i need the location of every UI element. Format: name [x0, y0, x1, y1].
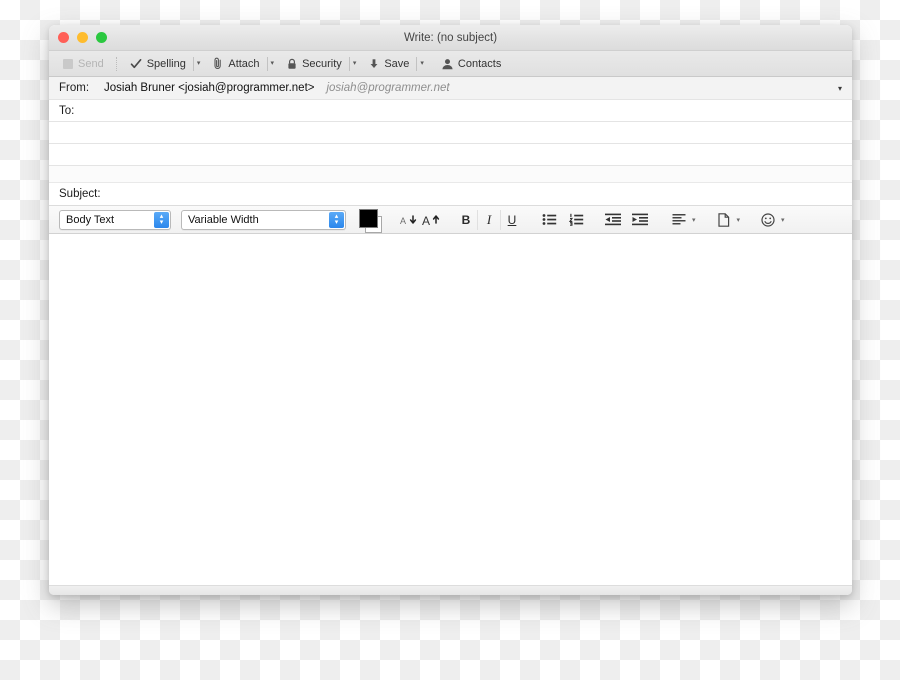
- increase-font-size-icon: A: [422, 214, 439, 227]
- format-toolbar: Body Text ▴ ▾ Variable Width ▴ ▾ A A B I…: [49, 206, 852, 234]
- align-group: ▾: [668, 210, 700, 230]
- send-icon: [61, 57, 74, 70]
- lock-icon: [285, 57, 298, 70]
- numbered-list-icon: [568, 213, 583, 226]
- color-picker[interactable]: [358, 208, 384, 233]
- align-dropdown-arrow[interactable]: ▾: [692, 216, 696, 224]
- align-button[interactable]: [668, 210, 690, 230]
- subject-row[interactable]: Subject:: [49, 183, 852, 206]
- spelling-button[interactable]: Spelling: [124, 55, 192, 72]
- contacts-label: Contacts: [457, 57, 502, 70]
- font-family-stepper[interactable]: ▴ ▾: [329, 211, 344, 228]
- send-button[interactable]: Send: [55, 55, 110, 72]
- zoom-button[interactable]: [96, 32, 107, 43]
- checkmark-icon: [130, 57, 143, 70]
- paragraph-style-select[interactable]: Body Text ▴ ▾: [59, 209, 171, 230]
- text-style-group: B I U: [455, 209, 523, 230]
- font-family-select[interactable]: Variable Width ▴ ▾: [181, 209, 346, 230]
- fields-spacer: [49, 166, 852, 183]
- outdent-button[interactable]: [602, 210, 624, 230]
- increase-font-size-button[interactable]: A: [420, 210, 442, 230]
- bulleted-list-icon: [542, 214, 556, 225]
- save-dropdown-arrow[interactable]: ▾: [416, 56, 429, 71]
- italic-button[interactable]: I: [478, 209, 501, 230]
- spelling-label: Spelling: [146, 57, 186, 70]
- security-label: Security: [302, 57, 342, 70]
- insert-group: ▾: [713, 210, 745, 230]
- increase-indent-icon: [632, 213, 648, 226]
- save-label: Save: [384, 57, 410, 70]
- spelling-dropdown-arrow[interactable]: ▾: [192, 56, 206, 71]
- close-button[interactable]: [58, 32, 69, 43]
- download-arrow-icon: [367, 57, 380, 70]
- smiley-group: ▾: [757, 210, 789, 230]
- align-left-icon: [672, 214, 685, 225]
- window-title: Write: (no subject): [403, 31, 498, 44]
- paragraph-style-value: Body Text: [66, 213, 115, 226]
- to-row[interactable]: To:: [49, 100, 852, 122]
- attach-dropdown-arrow[interactable]: ▾: [266, 56, 280, 71]
- subject-label: Subject:: [59, 188, 101, 200]
- person-icon: [441, 57, 454, 70]
- insert-button[interactable]: [713, 210, 735, 230]
- window-titlebar: Write: (no subject): [49, 25, 852, 51]
- italic-label: I: [486, 211, 492, 227]
- compose-window: Write: (no subject) Send Spelling ▾ Atta…: [49, 25, 852, 595]
- bold-button[interactable]: B: [455, 209, 478, 230]
- attach-group: Attach ▾: [205, 55, 279, 72]
- foreground-color-swatch[interactable]: [359, 208, 378, 228]
- to-label: To:: [59, 104, 75, 117]
- decrease-indent-icon: [605, 213, 621, 226]
- font-family-value: Variable Width: [188, 213, 259, 226]
- numbered-list-button[interactable]: [565, 210, 587, 230]
- from-row[interactable]: From: Josiah Bruner <josiah@programmer.n…: [49, 77, 852, 100]
- font-size-group: A A: [398, 210, 442, 230]
- indent-group: [602, 210, 651, 230]
- window-bottom-strip: [49, 585, 852, 595]
- security-button[interactable]: Security: [279, 55, 348, 72]
- message-body-editor[interactable]: [49, 234, 852, 585]
- chevron-down-icon: ▾: [334, 218, 339, 226]
- decrease-font-size-button[interactable]: A: [398, 210, 420, 230]
- toolbar-separator: [115, 56, 118, 71]
- from-value: Josiah Bruner <josiah@programmer.net>: [104, 82, 315, 94]
- recipient-row-2[interactable]: [49, 122, 852, 144]
- security-group: Security ▾: [279, 55, 361, 72]
- attach-label: Attach: [228, 57, 260, 70]
- underline-button[interactable]: U: [501, 210, 523, 230]
- traffic-light-group: [58, 32, 107, 43]
- chevron-down-icon: ▾: [159, 218, 164, 226]
- page-icon: [717, 212, 729, 227]
- header-fields: From: Josiah Bruner <josiah@programmer.n…: [49, 77, 852, 206]
- spelling-group: Spelling ▾: [124, 55, 206, 72]
- insert-dropdown-arrow[interactable]: ▾: [737, 216, 741, 224]
- underline-label: U: [507, 212, 517, 227]
- bullet-list-button[interactable]: [538, 210, 560, 230]
- list-group: [538, 210, 587, 230]
- security-dropdown-arrow[interactable]: ▾: [348, 56, 362, 71]
- from-dropdown-arrow[interactable]: ▾: [838, 84, 842, 93]
- svg-text:A: A: [422, 214, 430, 227]
- indent-button[interactable]: [629, 210, 651, 230]
- paragraph-style-stepper[interactable]: ▴ ▾: [154, 211, 169, 228]
- decrease-font-size-icon: A: [400, 214, 416, 226]
- smiley-button[interactable]: [757, 210, 779, 230]
- bold-label: B: [461, 212, 471, 227]
- send-label: Send: [78, 57, 104, 70]
- paperclip-icon: [211, 57, 224, 70]
- from-alias: josiah@programmer.net: [326, 82, 450, 94]
- from-label: From:: [59, 82, 90, 94]
- save-group: Save ▾: [361, 55, 429, 72]
- main-toolbar: Send Spelling ▾ Attach ▾ Security ▾ Save…: [49, 51, 852, 77]
- contacts-button[interactable]: Contacts: [435, 55, 507, 72]
- save-button[interactable]: Save: [361, 55, 415, 72]
- smiley-dropdown-arrow[interactable]: ▾: [781, 216, 785, 224]
- minimize-button[interactable]: [77, 32, 88, 43]
- recipient-row-3[interactable]: [49, 144, 852, 166]
- svg-text:A: A: [400, 216, 406, 226]
- attach-button[interactable]: Attach: [205, 55, 265, 72]
- smiley-icon: [761, 212, 775, 227]
